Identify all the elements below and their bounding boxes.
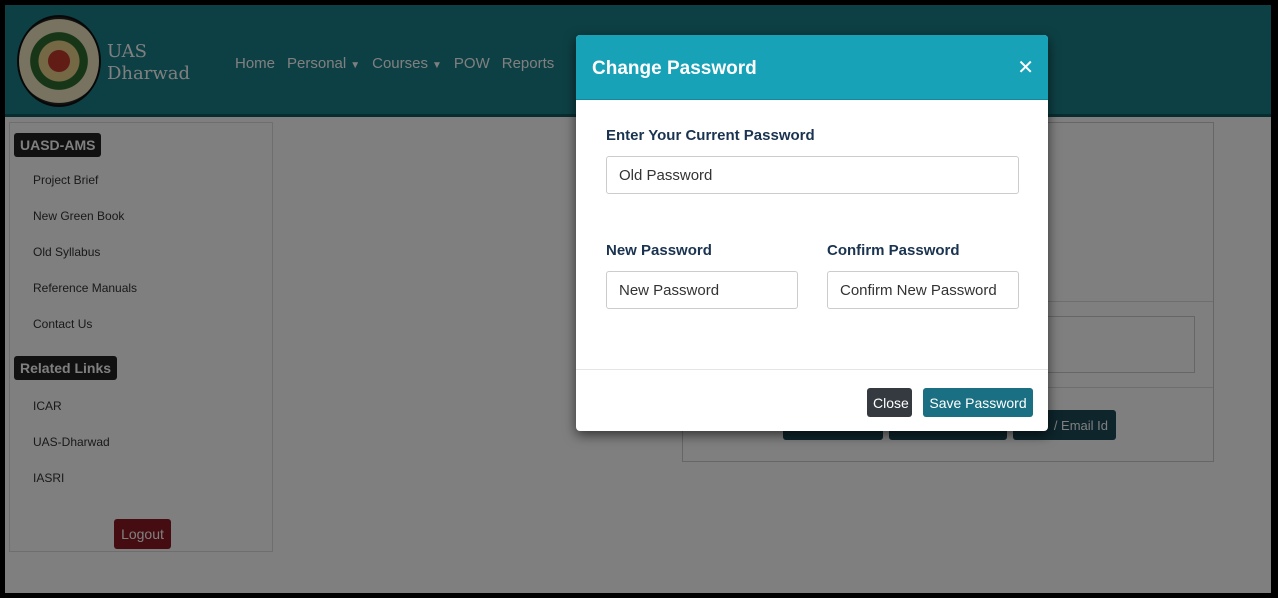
confirm-password-input[interactable] xyxy=(827,271,1019,309)
close-button[interactable]: Close xyxy=(867,388,912,417)
confirm-password-label: Confirm Password xyxy=(827,242,960,259)
new-password-input[interactable] xyxy=(606,271,798,309)
modal-title: Change Password xyxy=(592,58,757,79)
change-password-modal: Change Password ✕ Enter Your Current Pas… xyxy=(576,35,1048,431)
new-password-label: New Password xyxy=(606,242,712,259)
modal-footer-divider xyxy=(576,369,1048,370)
modal-header: Change Password ✕ xyxy=(576,35,1048,100)
current-password-input[interactable] xyxy=(606,156,1019,194)
page-frame: UAS Dharwad Home Personal▼ Courses▼ POW … xyxy=(5,5,1271,593)
close-icon[interactable]: ✕ xyxy=(1017,55,1034,79)
current-password-label: Enter Your Current Password xyxy=(606,127,815,144)
save-password-button[interactable]: Save Password xyxy=(923,388,1033,417)
